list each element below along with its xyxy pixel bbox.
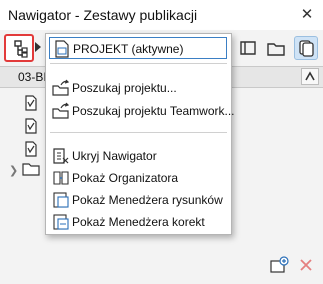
menu-separator	[50, 63, 227, 64]
hide-navigator-icon	[52, 147, 70, 165]
menu-item-poszukaj-projektu[interactable]: Poszukaj projektu...	[46, 77, 231, 99]
menu-item-label: Poszukaj projektu...	[72, 81, 177, 95]
drawing-manager-icon	[52, 191, 70, 209]
menu-item-pokaz-organizatora[interactable]: Pokaż Organizatora	[46, 167, 231, 189]
project-path-label: 03-BI	[18, 70, 47, 84]
view-map-icon[interactable]	[236, 36, 260, 60]
tree-item-icon[interactable]	[24, 118, 38, 137]
menu-item-label: Poszukaj projektu Teamwork...	[72, 104, 235, 118]
folder-icon[interactable]	[22, 162, 40, 179]
window-title: Nawigator - Zestawy publikacji	[8, 7, 198, 23]
menu-item-projekt-aktywne[interactable]: PROJEKT (aktywne)	[49, 37, 227, 59]
issue-manager-icon	[52, 213, 70, 231]
bottom-bar	[0, 248, 323, 284]
menu-item-poszukaj-teamwork[interactable]: Poszukaj projektu Teamwork...	[46, 100, 235, 122]
project-tree-icon	[14, 40, 28, 58]
up-arrow-icon	[305, 71, 315, 81]
browse-teamwork-icon	[52, 102, 70, 120]
delete-icon[interactable]	[298, 257, 314, 276]
title-bar: Nawigator - Zestawy publikacji ✕	[0, 0, 323, 30]
browse-project-icon	[52, 79, 70, 97]
tree-item-icon[interactable]	[24, 141, 38, 160]
menu-item-label: Pokaż Menedżera korekt	[72, 215, 205, 229]
chevron-right-icon[interactable]	[35, 42, 41, 52]
menu-item-label: PROJEKT (aktywne)	[73, 42, 184, 56]
menu-item-label: Pokaż Organizatora	[72, 171, 179, 185]
publisher-sets-icon[interactable]	[294, 36, 318, 60]
navigator-map-button[interactable]	[4, 34, 34, 62]
menu-item-label: Ukryj Nawigator	[72, 149, 157, 163]
navigator-window: Nawigator - Zestawy publikacji ✕ 03-BI ❯…	[0, 0, 323, 284]
expand-chevron-icon[interactable]: ❯	[9, 164, 18, 177]
menu-item-label: Pokaż Menedżera rysunków	[72, 193, 223, 207]
tree-item-icon[interactable]	[24, 95, 38, 114]
menu-item-pokaz-menedzera-korekt[interactable]: Pokaż Menedżera korekt	[46, 211, 231, 233]
menu-separator	[50, 132, 227, 133]
up-arrow-button[interactable]	[301, 68, 319, 85]
new-item-icon[interactable]	[270, 256, 290, 277]
menu-item-pokaz-menedzera-rysunkow[interactable]: Pokaż Menedżera rysunków	[46, 189, 231, 211]
close-icon[interactable]: ✕	[298, 5, 316, 23]
project-file-icon	[53, 40, 71, 58]
navigator-dropdown-menu: PROJEKT (aktywne) Poszukaj projektu... P…	[45, 33, 235, 235]
layout-book-icon[interactable]	[264, 36, 288, 60]
organizer-icon	[52, 169, 70, 187]
menu-item-ukryj-nawigator[interactable]: Ukryj Nawigator	[46, 145, 231, 167]
